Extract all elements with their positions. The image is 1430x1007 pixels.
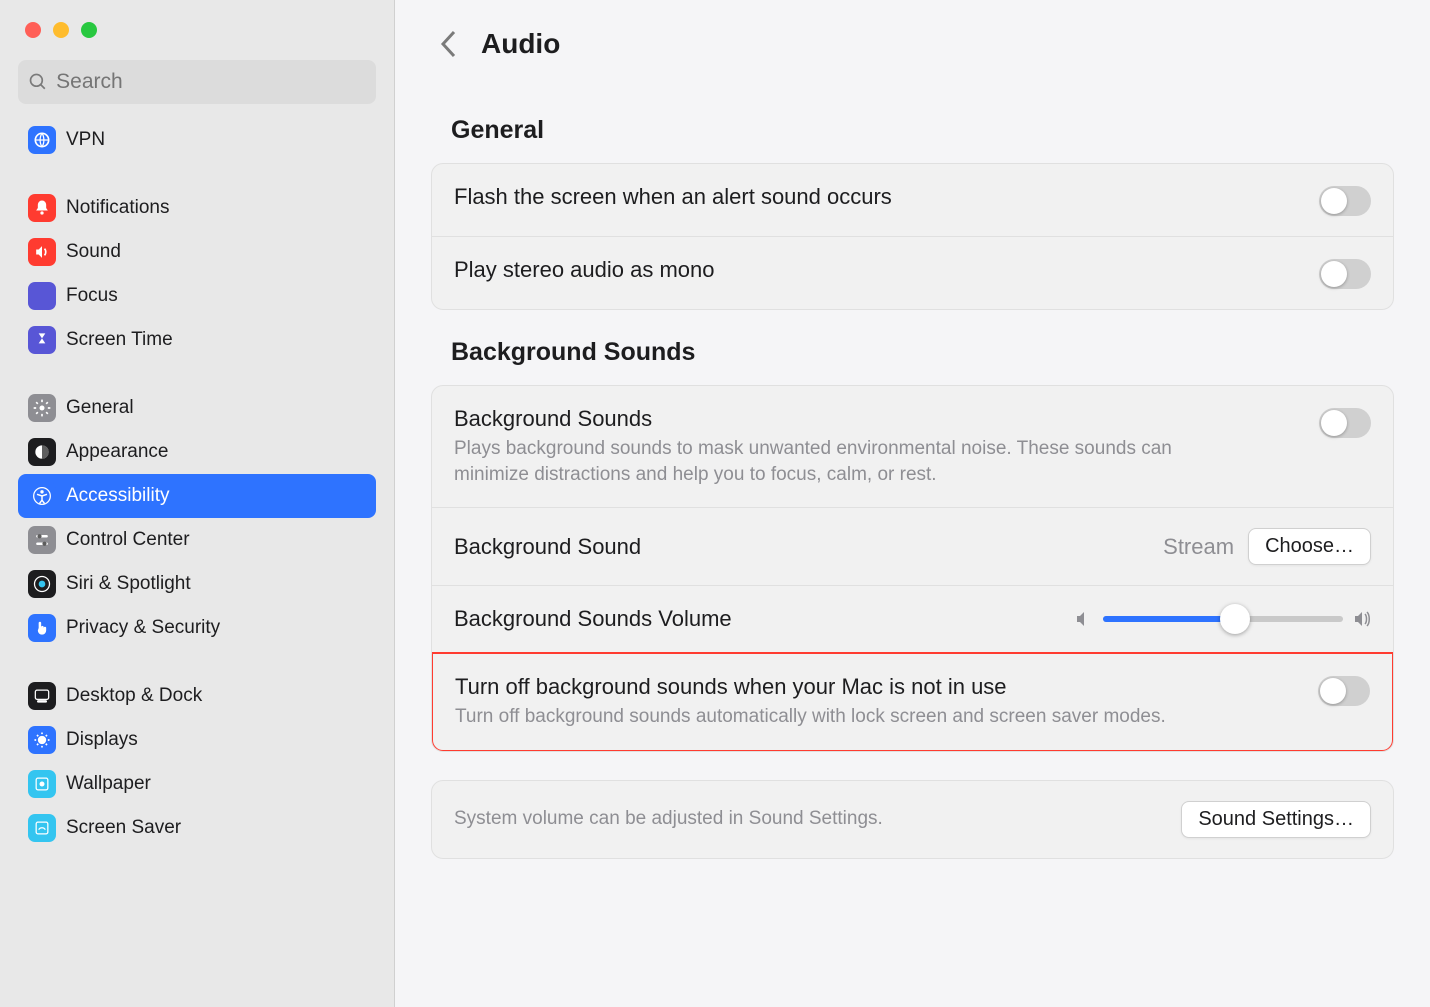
sidebar-item-label: Screen Time (66, 329, 173, 351)
appearance-icon (28, 438, 56, 466)
turnoff-toggle[interactable] (1318, 676, 1370, 706)
globe-icon (28, 126, 56, 154)
background-sound-value: Stream (1163, 534, 1234, 560)
background-sounds-toggle[interactable] (1319, 408, 1371, 438)
display-icon (28, 726, 56, 754)
section-title-general: General (451, 116, 1394, 145)
sidebar-item-label: Siri & Spotlight (66, 573, 191, 595)
sidebar-item-label: Focus (66, 285, 118, 307)
general-panel: Flash the screen when an alert sound occ… (431, 163, 1394, 310)
hourglass-icon (28, 326, 56, 354)
sidebar-item-label: VPN (66, 129, 105, 151)
background-sound-choose-row: Background Sound Stream Choose… (432, 508, 1393, 586)
sidebar-item-screen-time[interactable]: Screen Time (18, 318, 376, 362)
sidebar-item-vpn[interactable]: VPN (18, 118, 376, 162)
sidebar-item-label: Accessibility (66, 485, 169, 507)
background-sounds-panel: Background Sounds Plays background sound… (431, 385, 1394, 752)
flash-screen-label: Flash the screen when an alert sound occ… (454, 184, 1319, 210)
background-sound-label: Background Sound (454, 534, 1163, 560)
minimize-window-button[interactable] (53, 22, 69, 38)
sidebar-item-label: Displays (66, 729, 138, 751)
sidebar-item-control-center[interactable]: Control Center (18, 518, 376, 562)
background-sounds-volume-row: Background Sounds Volume (432, 586, 1393, 653)
mono-audio-label: Play stereo audio as mono (454, 257, 1319, 283)
sidebar-item-desktop-dock[interactable]: Desktop & Dock (18, 674, 376, 718)
flash-screen-row: Flash the screen when an alert sound occ… (432, 164, 1393, 237)
search-field[interactable] (18, 60, 376, 104)
page-title: Audio (481, 28, 560, 60)
background-sounds-enable-desc: Plays background sounds to mask unwanted… (454, 436, 1174, 487)
sidebar-list: VPN Notifications Sound Focus Screen Time Gen… (0, 118, 394, 1007)
sidebar-item-label: Screen Saver (66, 817, 181, 839)
speaker-icon (28, 238, 56, 266)
mono-audio-row: Play stereo audio as mono (432, 237, 1393, 309)
volume-slider[interactable] (1103, 616, 1343, 622)
sidebar-item-appearance[interactable]: Appearance (18, 430, 376, 474)
back-button[interactable] (431, 26, 467, 62)
mono-audio-toggle[interactable] (1319, 259, 1371, 289)
sidebar-item-wallpaper[interactable]: Wallpaper (18, 762, 376, 806)
screensaver-icon (28, 814, 56, 842)
maximize-window-button[interactable] (81, 22, 97, 38)
turnoff-label: Turn off background sounds when your Mac… (455, 674, 1318, 700)
wallpaper-icon (28, 770, 56, 798)
close-window-button[interactable] (25, 22, 41, 38)
sidebar-item-label: Desktop & Dock (66, 685, 202, 707)
sidebar-item-label: Notifications (66, 197, 170, 219)
sidebar-item-sound[interactable]: Sound (18, 230, 376, 274)
turnoff-desc: Turn off background sounds automatically… (455, 704, 1175, 730)
sound-settings-row: System volume can be adjusted in Sound S… (432, 781, 1393, 858)
siri-icon (28, 570, 56, 598)
sidebar-item-label: Sound (66, 241, 121, 263)
sidebar-item-general[interactable]: General (18, 386, 376, 430)
bell-icon (28, 194, 56, 222)
sidebar-item-label: Control Center (66, 529, 190, 551)
sidebar-item-siri-spotlight[interactable]: Siri & Spotlight (18, 562, 376, 606)
sidebar-item-label: General (66, 397, 134, 419)
window-controls (0, 0, 394, 60)
dock-icon (28, 682, 56, 710)
gear-icon (28, 394, 56, 422)
search-icon (28, 71, 48, 93)
background-sounds-enable-label: Background Sounds (454, 406, 1319, 432)
section-title-background-sounds: Background Sounds (451, 338, 1394, 367)
choose-sound-button[interactable]: Choose… (1248, 528, 1371, 565)
header: Audio (431, 0, 1394, 88)
sidebar-item-accessibility[interactable]: Accessibility (18, 474, 376, 518)
sidebar-item-label: Appearance (66, 441, 168, 463)
sidebar-item-screen-saver[interactable]: Screen Saver (18, 806, 376, 850)
chevron-left-icon (440, 30, 458, 58)
sidebar-item-focus[interactable]: Focus (18, 274, 376, 318)
footer-panel: System volume can be adjusted in Sound S… (431, 780, 1394, 859)
controls-icon (28, 526, 56, 554)
moon-icon (28, 282, 56, 310)
sidebar-item-label: Wallpaper (66, 773, 151, 795)
background-sounds-volume-label: Background Sounds Volume (454, 606, 1075, 632)
turnoff-when-not-in-use-row: Turn off background sounds when your Mac… (431, 652, 1394, 752)
sound-settings-button[interactable]: Sound Settings… (1181, 801, 1371, 838)
hand-icon (28, 614, 56, 642)
volume-high-icon (1353, 610, 1371, 628)
sidebar: VPN Notifications Sound Focus Screen Time Gen… (0, 0, 395, 1007)
sidebar-item-displays[interactable]: Displays (18, 718, 376, 762)
volume-low-icon (1075, 610, 1093, 628)
accessibility-icon (28, 482, 56, 510)
main-content: Audio General Flash the screen when an a… (395, 0, 1430, 1007)
search-input[interactable] (56, 70, 366, 94)
flash-screen-toggle[interactable] (1319, 186, 1371, 216)
sidebar-item-notifications[interactable]: Notifications (18, 186, 376, 230)
sidebar-item-label: Privacy & Security (66, 617, 220, 639)
sound-settings-info: System volume can be adjusted in Sound S… (454, 808, 1181, 830)
background-sounds-enable-row: Background Sounds Plays background sound… (432, 386, 1393, 508)
sidebar-item-privacy-security[interactable]: Privacy & Security (18, 606, 376, 650)
